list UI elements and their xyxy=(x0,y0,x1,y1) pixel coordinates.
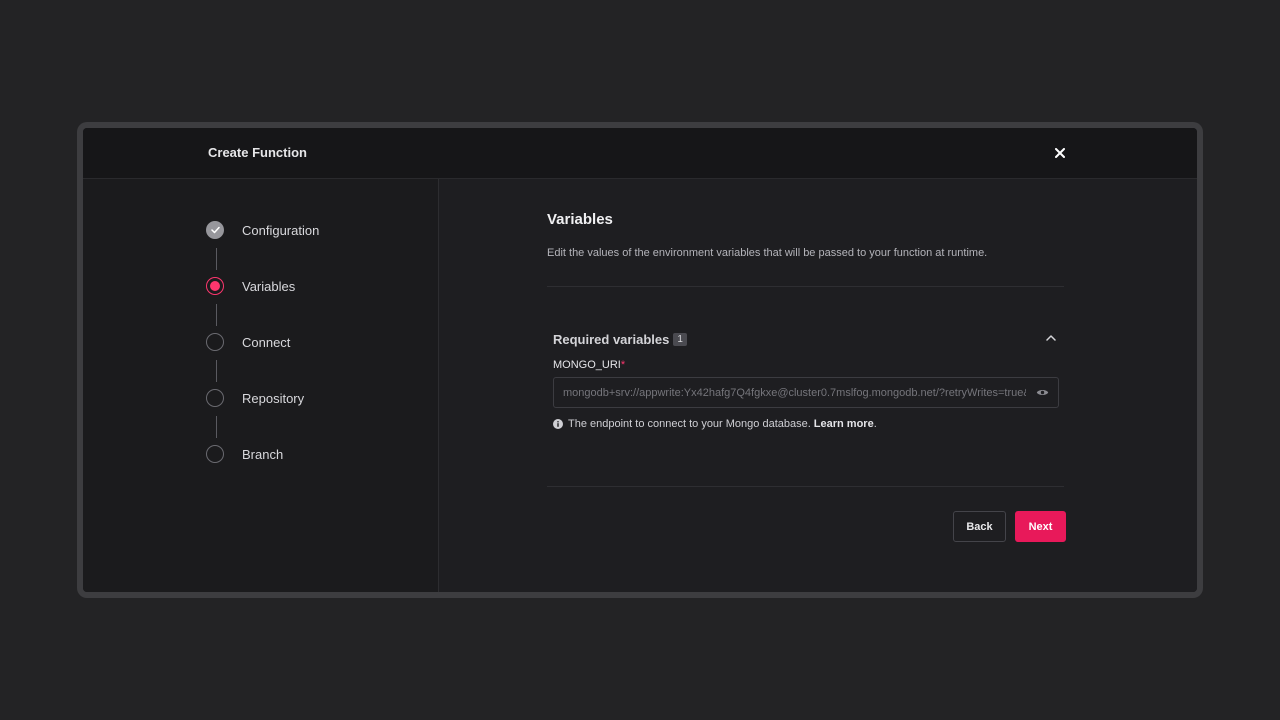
step-connector xyxy=(216,416,217,438)
step-label: Repository xyxy=(242,390,305,406)
step-label: Configuration xyxy=(242,222,320,238)
step-variables[interactable]: Variables xyxy=(206,275,295,297)
pending-step-icon xyxy=(206,389,224,407)
helper-suffix: . xyxy=(873,418,877,430)
info-icon xyxy=(553,419,563,429)
field-helper: The endpoint to connect to your Mongo da… xyxy=(553,418,877,430)
step-configuration[interactable]: Configuration xyxy=(206,219,319,241)
chevron-up-icon xyxy=(1046,328,1056,346)
count-badge: 1 xyxy=(673,333,687,346)
step-connector xyxy=(216,248,217,270)
collapse-button[interactable] xyxy=(1044,330,1058,344)
step-branch[interactable]: Branch xyxy=(206,443,283,465)
close-icon xyxy=(1055,148,1065,158)
modal-title: Create Function xyxy=(208,145,307,160)
back-button[interactable]: Back xyxy=(953,511,1006,542)
divider xyxy=(547,486,1064,487)
section-title: Variables xyxy=(547,211,613,228)
active-step-icon xyxy=(206,277,224,295)
modal-frame: Create Function Configuration Variables … xyxy=(77,122,1203,598)
required-variables-header[interactable]: Required variables 1 xyxy=(553,332,687,347)
required-variables-title: Required variables xyxy=(553,332,670,347)
modal-header: Create Function xyxy=(83,128,1197,179)
pending-step-icon xyxy=(206,333,224,351)
toggle-visibility-button[interactable] xyxy=(1035,386,1049,400)
step-connect[interactable]: Connect xyxy=(206,331,290,353)
learn-more-link[interactable]: Learn more xyxy=(814,418,874,430)
field-label-text: MONGO_URI xyxy=(553,359,621,371)
variables-panel: Variables Edit the values of the environ… xyxy=(439,179,1197,592)
step-connector xyxy=(216,304,217,326)
create-function-modal: Create Function Configuration Variables … xyxy=(83,128,1197,592)
step-label: Branch xyxy=(242,446,284,462)
check-icon xyxy=(206,221,224,239)
step-connector xyxy=(216,360,217,382)
mongo-uri-field xyxy=(553,377,1059,408)
pending-step-icon xyxy=(206,445,224,463)
step-label: Variables xyxy=(242,278,296,294)
step-label: Connect xyxy=(242,334,291,350)
next-button[interactable]: Next xyxy=(1015,511,1066,542)
divider xyxy=(547,286,1064,287)
helper-text: The endpoint to connect to your Mongo da… xyxy=(568,418,811,430)
step-repository[interactable]: Repository xyxy=(206,387,304,409)
required-marker: * xyxy=(620,359,626,371)
mongo-uri-input[interactable] xyxy=(554,378,1026,407)
mongo-uri-label: MONGO_URI* xyxy=(553,359,625,371)
wizard-steps: Configuration Variables Connect Reposito… xyxy=(83,179,439,592)
close-button[interactable] xyxy=(1050,143,1070,163)
eye-icon xyxy=(1036,384,1049,402)
section-description: Edit the values of the environment varia… xyxy=(547,247,988,259)
